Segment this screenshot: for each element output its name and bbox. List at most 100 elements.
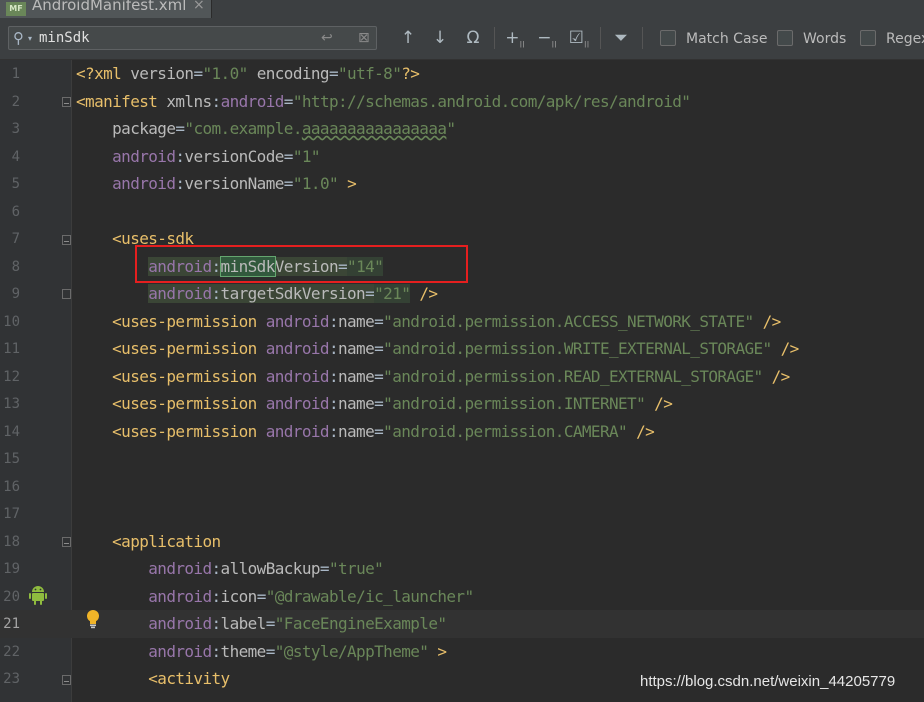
- checkbox-label: Match Case: [686, 31, 768, 47]
- code-line[interactable]: 3 package="com.example.aaaaaaaaaaaaaaaa": [0, 115, 924, 143]
- fold-end-icon[interactable]: [62, 289, 71, 299]
- code-token: android: [148, 559, 212, 578]
- code-token: "android.permission.ACCESS_NETWORK_STATE…: [383, 311, 754, 331]
- checkbox-box[interactable]: [860, 30, 876, 46]
- fold-toggle-icon[interactable]: [62, 235, 71, 245]
- tab-androidmanifest[interactable]: MF AndroidManifest.xml ×: [0, 0, 212, 18]
- code-line[interactable]: 17: [0, 500, 924, 528]
- code-line[interactable]: 9 android:targetSdkVersion="21" />: [0, 280, 924, 308]
- code-token: =: [374, 394, 384, 413]
- code-token: =: [283, 91, 294, 111]
- code-line[interactable]: 1 <?xml version="1.0" encoding="utf-8"?>: [0, 60, 924, 88]
- code-line[interactable]: 21 android:label="FaceEngineExample": [0, 610, 924, 638]
- code-token: targetSdkVersion: [220, 284, 366, 303]
- toolbar-separator: [600, 27, 601, 49]
- code-token: :: [211, 614, 222, 633]
- code-token: =: [319, 559, 330, 578]
- select-all-occurrences-icon[interactable]: ☑II: [566, 26, 592, 50]
- code-line[interactable]: 13 <uses-permission android:name="androi…: [0, 390, 924, 418]
- search-history-dropdown-icon[interactable]: ▾: [28, 27, 32, 51]
- code-line[interactable]: 16: [0, 473, 924, 501]
- code-line[interactable]: 14 <uses-permission android:name="androi…: [0, 418, 924, 446]
- code-text: android:icon="@drawable/ic_launcher": [76, 583, 474, 611]
- code-text: android:versionCode="1": [76, 143, 320, 171]
- code-token: :: [211, 559, 222, 578]
- search-input[interactable]: [39, 29, 309, 47]
- code-token: xmlns: [166, 91, 212, 111]
- code-token: "android.permission.WRITE_EXTERNAL_STORA…: [383, 339, 772, 358]
- code-token: =: [374, 311, 384, 331]
- android-icon[interactable]: [29, 585, 47, 605]
- fold-toggle-icon[interactable]: [62, 97, 71, 107]
- code-line[interactable]: 5 android:versionName="1.0" >: [0, 170, 924, 198]
- code-token: =: [365, 284, 375, 303]
- code-text: <uses-permission android:name="android.p…: [76, 390, 673, 418]
- next-occurrence-icon[interactable]: ↓: [430, 26, 450, 50]
- previous-occurrence-icon[interactable]: ↑: [398, 26, 418, 50]
- checkbox-label: Regex: [886, 31, 924, 47]
- code-text: <uses-permission android:name="android.p…: [76, 363, 790, 391]
- code-line[interactable]: 12 <uses-permission android:name="androi…: [0, 363, 924, 391]
- line-number: 11: [3, 341, 20, 357]
- filter-icon[interactable]: ⏷: [610, 26, 632, 50]
- code-text: <uses-permission android:name="android.p…: [76, 418, 655, 446]
- code-token: allowBackup: [220, 559, 321, 578]
- code-line[interactable]: 4 android:versionCode="1": [0, 143, 924, 171]
- line-number: 17: [3, 506, 20, 522]
- code-token: "21": [374, 284, 411, 303]
- code-token: ?>: [401, 64, 420, 83]
- manifest-file-icon: MF: [6, 2, 26, 16]
- code-line[interactable]: 6: [0, 198, 924, 226]
- find-all-icon[interactable]: Ω: [462, 26, 484, 50]
- code-line[interactable]: 10 <uses-permission android:name="androi…: [0, 308, 924, 336]
- code-token: package: [112, 119, 176, 138]
- clear-search-icon[interactable]: ⊠: [358, 27, 370, 49]
- code-token: <uses-permission: [112, 421, 266, 441]
- line-number: 2: [11, 93, 20, 110]
- fold-toggle-icon[interactable]: [62, 675, 71, 685]
- code-line[interactable]: 18 <application: [0, 528, 924, 556]
- line-number: 18: [3, 533, 20, 550]
- code-token: =: [256, 586, 267, 606]
- checkbox-box[interactable]: [660, 30, 676, 46]
- new-line-icon[interactable]: ↩: [321, 27, 333, 49]
- fold-toggle-icon[interactable]: [62, 537, 71, 547]
- code-line[interactable]: 15: [0, 445, 924, 473]
- code-line[interactable]: 22 android:theme="@style/AppTheme" >: [0, 638, 924, 666]
- lightbulb-icon[interactable]: [85, 609, 101, 629]
- watermark-text: https://blog.csdn.net/weixin_44205779: [640, 673, 896, 690]
- editor-tab-bar: MF AndroidManifest.xml ×: [0, 0, 924, 18]
- code-text: android:label="FaceEngineExample": [76, 610, 447, 638]
- line-number: 21: [3, 616, 20, 632]
- code-token: <uses-permission: [112, 311, 266, 331]
- code-token: :: [328, 311, 339, 331]
- line-number: 9: [11, 286, 20, 302]
- code-token: "1.0": [202, 64, 248, 83]
- code-line[interactable]: 19 android:allowBackup="true": [0, 555, 924, 583]
- remove-selection-icon[interactable]: −II: [534, 26, 560, 50]
- add-selection-icon[interactable]: +II: [502, 26, 528, 50]
- line-number: 20: [3, 588, 20, 605]
- code-editor[interactable]: 1 <?xml version="1.0" encoding="utf-8"?> 2…: [0, 60, 924, 702]
- search-box: ⚲ ▾ ↩ ⊠: [8, 26, 377, 50]
- code-line[interactable]: 20 android:icon="@drawable/ic_launcher": [0, 583, 924, 611]
- code-text: package="com.example.aaaaaaaaaaaaaaaa": [76, 115, 456, 143]
- code-token: version: [130, 64, 194, 83]
- code-token: android: [112, 174, 176, 193]
- code-line[interactable]: 11 <uses-permission android:name="androi…: [0, 335, 924, 363]
- close-icon[interactable]: ×: [193, 0, 205, 13]
- line-number: 10: [3, 313, 20, 330]
- code-line[interactable]: 2 <manifest xmlns:android="http://schemas…: [0, 88, 924, 116]
- search-icon[interactable]: ⚲: [13, 27, 24, 49]
- checkbox-box[interactable]: [777, 30, 793, 46]
- code-token: "android.permission.CAMERA": [383, 421, 628, 441]
- line-number: 5: [11, 176, 20, 192]
